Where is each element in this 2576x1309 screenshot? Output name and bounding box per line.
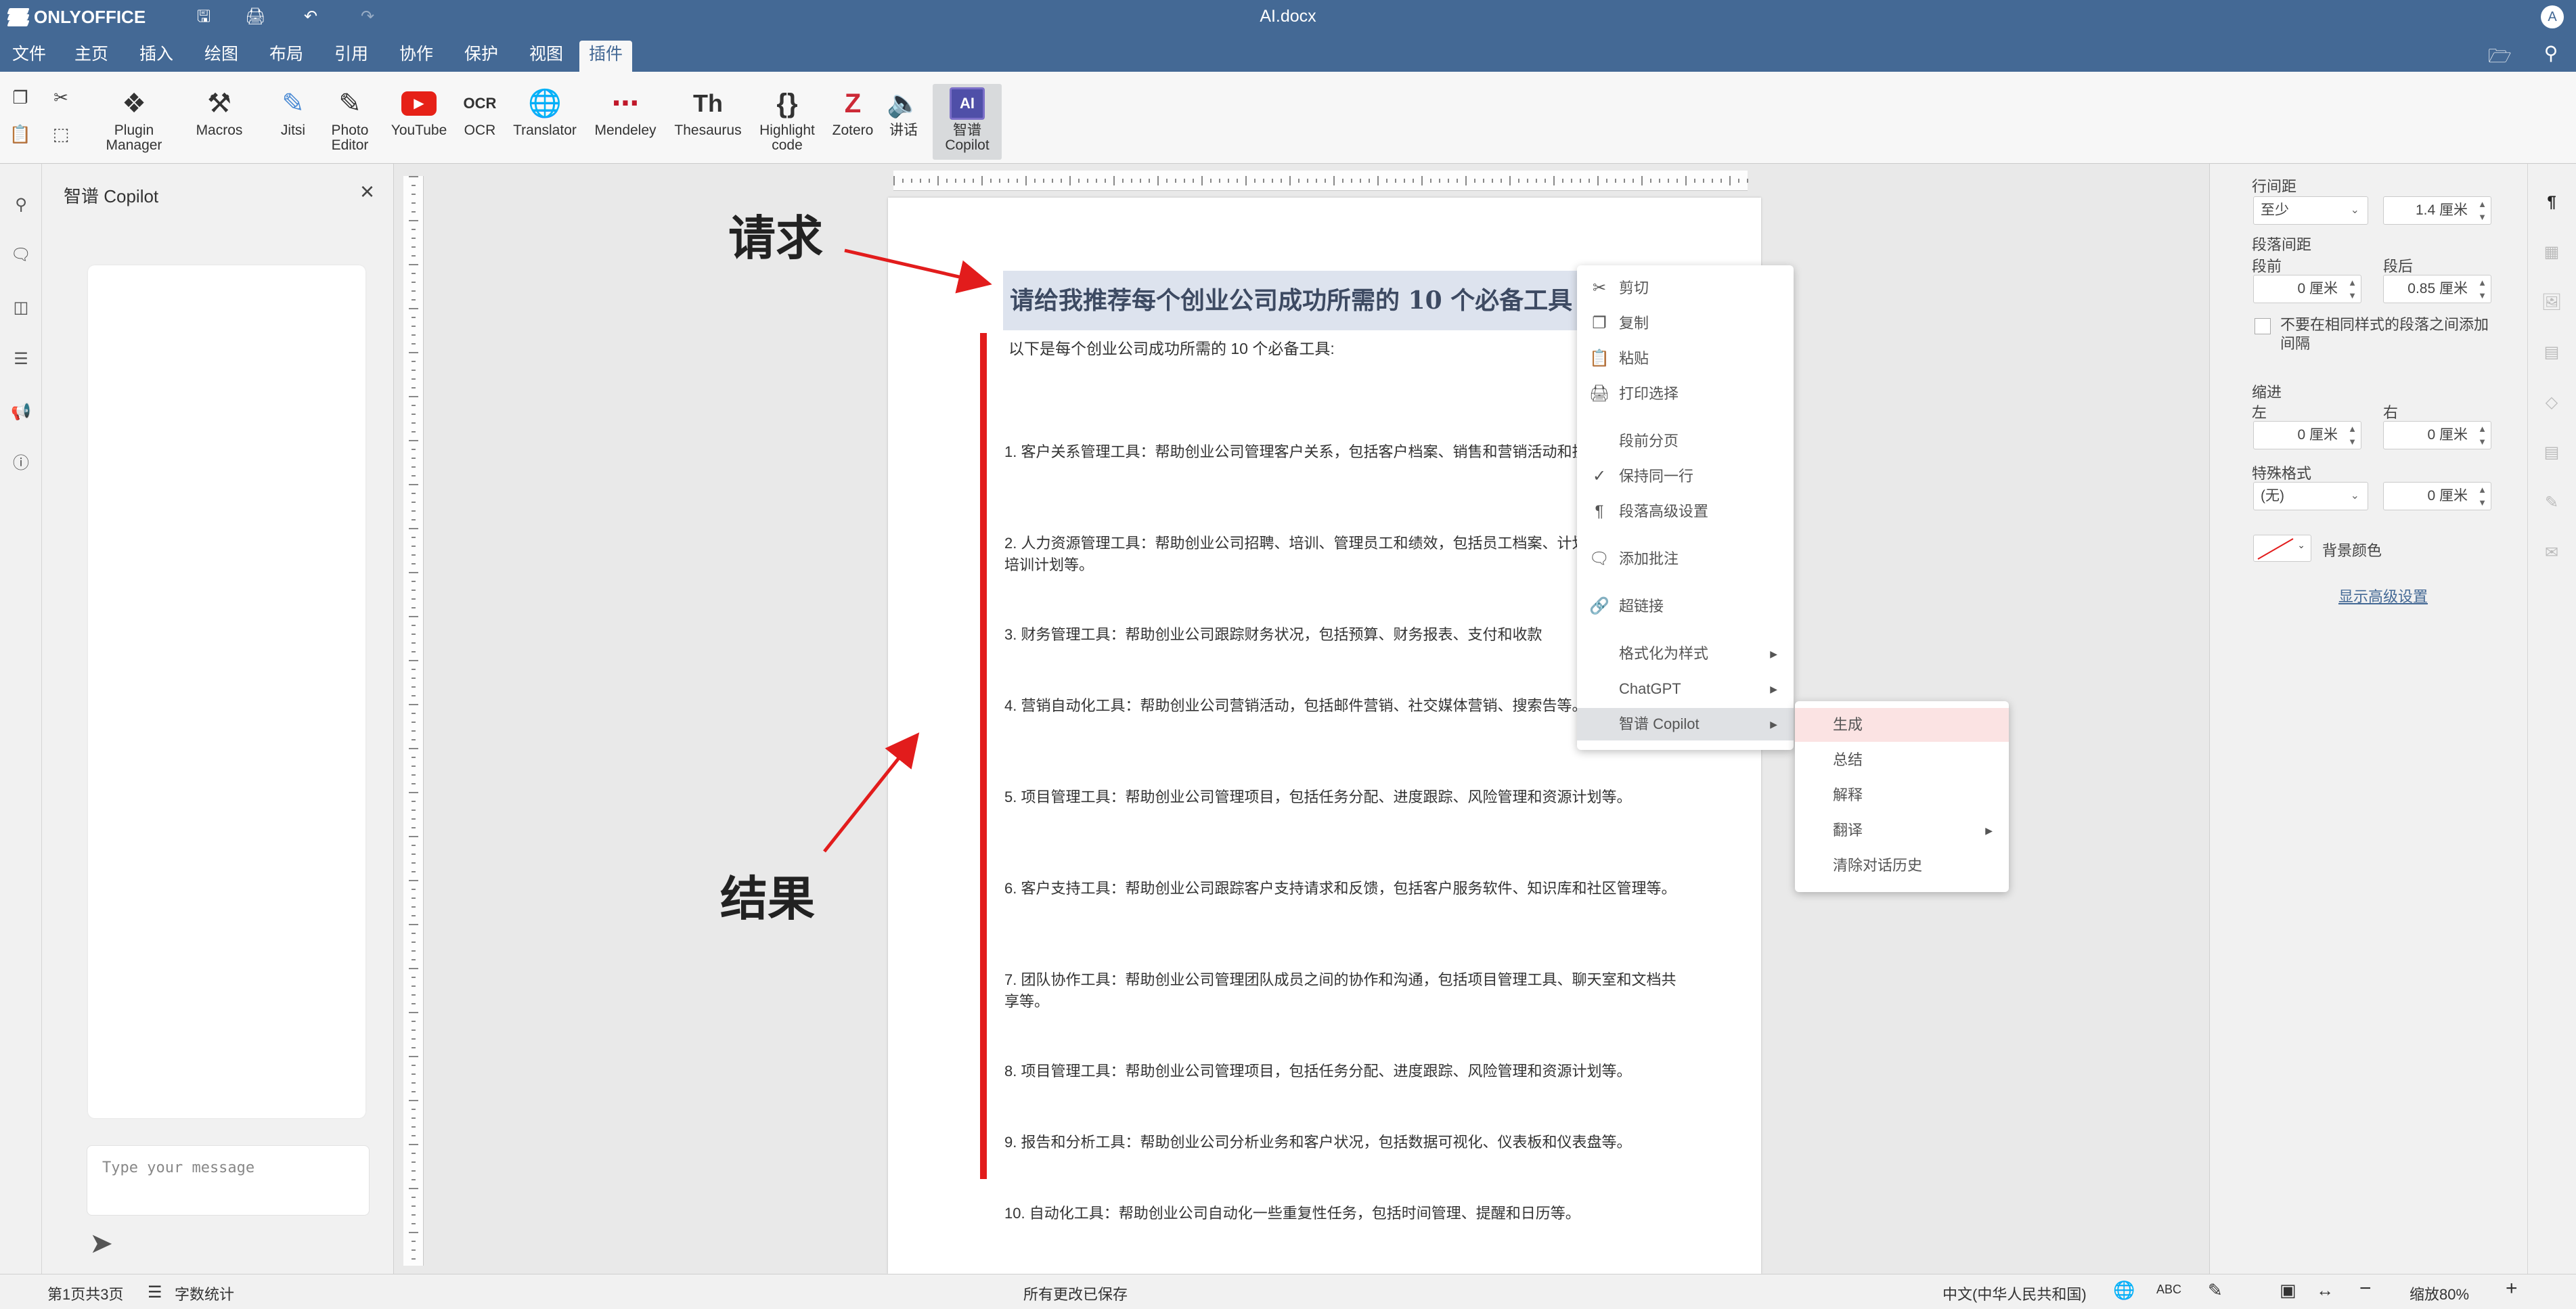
submenu-item-translate[interactable]: 翻译 ▶ xyxy=(1795,814,2009,847)
menu-item-hyperlink[interactable]: 🔗 超链接 xyxy=(1577,590,1794,623)
chart-settings-icon[interactable]: ▤ xyxy=(2540,441,2563,464)
spellcheck-icon[interactable]: ABC xyxy=(2156,1283,2181,1297)
status-bar: 第1页共3页 ☰ 字数统计 所有更改已保存 中文(中华人民共和国) 🌐 ABC … xyxy=(0,1274,2576,1309)
paste-icon: 📋 xyxy=(1589,349,1609,368)
special-format-select[interactable]: (无) ⌄ xyxy=(2253,482,2368,510)
spinner-icon: ▲ ▼ xyxy=(2478,424,2487,447)
context-menu: ✂ 剪切 ❐ 复制 📋 粘贴 🖨 打印选择 段前分页 ✓ 保持同一行 ¶ 段落高级设置 🗨 添… xyxy=(1577,265,1794,750)
submenu-item-clear-history[interactable]: 清除对话历史 xyxy=(1795,849,2009,883)
advanced-settings-link[interactable]: 显示高级设置 xyxy=(2338,585,2428,606)
submenu-item-generate[interactable]: 生成 xyxy=(1795,708,2009,742)
menu-item-add-comment[interactable]: 🗨 添加批注 xyxy=(1577,543,1794,575)
copilot-submenu: 生成 总结 解释 翻译 ▶ 清除对话历史 xyxy=(1795,701,2009,892)
chevron-right-icon: ▶ xyxy=(1985,825,1993,836)
paragraph-spacing-label: 段落间距 xyxy=(2252,236,2312,253)
shape-settings-icon[interactable]: ◇ xyxy=(2540,391,2563,414)
right-rail: ¶ ▦ 🖼 ▤ ◇ ▤ ✎ ✉ xyxy=(2527,164,2576,1274)
submenu-item-explain[interactable]: 解释 xyxy=(1795,778,2009,812)
background-color-picker[interactable]: ⌄ xyxy=(2253,535,2311,562)
menu-item-cut[interactable]: ✂ 剪切 xyxy=(1577,272,1794,305)
result-arrow xyxy=(823,732,920,853)
spacing-before-input[interactable]: 0 厘米 ▲ ▼ xyxy=(2253,275,2361,303)
indent-right-label: 右 xyxy=(2383,404,2399,421)
language-select[interactable]: 中文(中华人民共和国) xyxy=(1942,1283,2087,1304)
comment-icon: 🗨 xyxy=(1589,550,1610,568)
after-label: 段后 xyxy=(2383,258,2414,275)
spinner-icon: ▲ ▼ xyxy=(2478,278,2487,301)
line-spacing-mode-select[interactable]: 至少 ⌄ xyxy=(2253,196,2368,225)
chevron-down-icon: ⌄ xyxy=(2297,539,2305,550)
paragraph-settings-icon[interactable]: ¶ xyxy=(2540,191,2563,214)
image-settings-icon[interactable]: 🖼 xyxy=(2540,291,2563,314)
no-space-checkbox[interactable] xyxy=(2255,318,2271,334)
mail-merge-icon[interactable]: ✉ xyxy=(2540,541,2563,564)
menu-item-format-as-style[interactable]: 格式化为样式 ▶ xyxy=(1577,638,1794,670)
menu-item-keep-lines[interactable]: ✓ 保持同一行 xyxy=(1577,460,1794,493)
fit-page-icon[interactable]: ▣ xyxy=(2280,1280,2296,1301)
special-format-input[interactable]: 0 厘米 ▲ ▼ xyxy=(2383,482,2491,510)
indent-left-input[interactable]: 0 厘米 ▲ ▼ xyxy=(2253,421,2361,449)
line-spacing-label: 行间距 xyxy=(2252,178,2297,195)
zoom-in-icon[interactable]: + xyxy=(2506,1277,2518,1300)
track-changes-icon[interactable]: ✎ xyxy=(2208,1280,2223,1301)
print-icon: 🖨 xyxy=(1589,384,1610,403)
menu-item-chatgpt[interactable]: ChatGPT ▶ xyxy=(1577,673,1794,705)
check-icon: ✓ xyxy=(1592,467,1607,485)
menu-item-print-selection[interactable]: 🖨 打印选择 xyxy=(1577,378,1794,410)
word-count-icon: ☰ xyxy=(148,1283,162,1302)
save-status: 所有更改已保存 xyxy=(1023,1286,1128,1303)
annotation-arrows xyxy=(823,248,1995,853)
copy-icon: ❐ xyxy=(1592,314,1607,332)
menu-item-paragraph-advanced[interactable]: ¶ 段落高级设置 xyxy=(1577,495,1794,528)
special-format-label: 特殊格式 xyxy=(2252,465,2312,482)
paragraph-settings-panel: 行间距 至少 ⌄ 1.4 厘米 ▲ ▼ 段落间距 段前 段后 0 厘米 ▲ ▼ 0.85 … xyxy=(2209,164,2527,1274)
chevron-right-icon: ▶ xyxy=(1770,648,1777,659)
submenu-item-summarize[interactable]: 总结 xyxy=(1795,743,2009,777)
indent-label: 缩进 xyxy=(2252,384,2282,401)
indent-right-input[interactable]: 0 厘米 ▲ ▼ xyxy=(2383,421,2491,449)
scissors-icon: ✂ xyxy=(1592,279,1607,297)
chevron-right-icon: ▶ xyxy=(1770,719,1777,730)
spinner-icon: ▲ ▼ xyxy=(2478,485,2487,508)
before-label: 段前 xyxy=(2252,258,2282,275)
spinner-icon: ▲ ▼ xyxy=(2478,199,2487,222)
spacing-after-input[interactable]: 0.85 厘米 ▲ ▼ xyxy=(2383,275,2491,303)
chevron-down-icon: ⌄ xyxy=(2350,490,2359,502)
line-spacing-input[interactable]: 1.4 厘米 ▲ ▼ xyxy=(2383,196,2491,225)
link-icon: 🔗 xyxy=(1589,597,1609,615)
menu-item-copilot[interactable]: 智谱 Copilot ▶ xyxy=(1577,708,1794,740)
chevron-down-icon: ⌄ xyxy=(2350,204,2359,216)
signature-icon[interactable]: ✎ xyxy=(2540,491,2563,514)
spinner-icon: ▲ ▼ xyxy=(2348,424,2357,447)
background-color-label: 背景颜色 xyxy=(2322,542,2382,559)
spinner-icon: ▲ ▼ xyxy=(2348,278,2357,301)
no-space-checkbox-label: 不要在相同样式的段落之间添加间隔 xyxy=(2280,316,2489,352)
globe-icon[interactable]: 🌐 xyxy=(2113,1280,2135,1301)
menu-item-paste[interactable]: 📋 粘贴 xyxy=(1577,342,1794,375)
menu-item-copy[interactable]: ❐ 复制 xyxy=(1577,307,1794,340)
zoom-out-icon[interactable]: − xyxy=(2359,1277,2372,1300)
zoom-level[interactable]: 缩放80% xyxy=(2410,1283,2469,1304)
no-color-icon xyxy=(2257,538,2294,560)
word-count-button[interactable]: 字数统计 xyxy=(175,1283,234,1304)
header-footer-icon[interactable]: ▤ xyxy=(2540,341,2563,364)
paragraph-icon: ¶ xyxy=(1595,502,1604,520)
request-arrow xyxy=(844,248,992,294)
chevron-right-icon: ▶ xyxy=(1770,684,1777,694)
menu-item-page-break-before[interactable]: 段前分页 xyxy=(1577,425,1794,458)
page-info[interactable]: 第1页共3页 xyxy=(47,1283,123,1304)
table-settings-icon[interactable]: ▦ xyxy=(2540,241,2563,264)
fit-width-icon[interactable]: ↔ xyxy=(2316,1280,2334,1301)
indent-left-label: 左 xyxy=(2252,404,2267,421)
